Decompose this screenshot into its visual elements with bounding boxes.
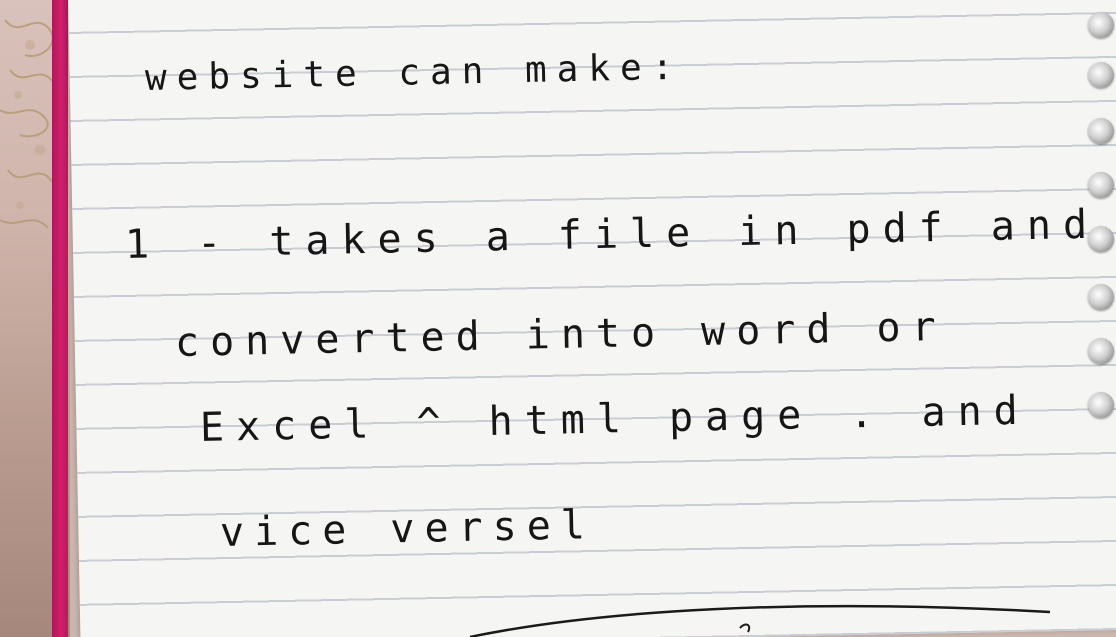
spiral-ring-icon (1088, 284, 1114, 310)
handwritten-line: vice versel (219, 502, 596, 556)
spiral-ring-icon (1088, 392, 1114, 418)
spiral-ring-icon (1088, 118, 1114, 144)
notebook-cover-edge (52, 0, 68, 637)
spiral-ring-icon (1088, 62, 1114, 88)
spiral-ring-icon (1088, 338, 1114, 364)
spiral-binding (1082, 0, 1116, 637)
photo-scene: website can make: 1 - takes a file in pd… (0, 0, 1116, 637)
spiral-ring-icon (1088, 172, 1114, 198)
spiral-ring-icon (1088, 12, 1114, 38)
